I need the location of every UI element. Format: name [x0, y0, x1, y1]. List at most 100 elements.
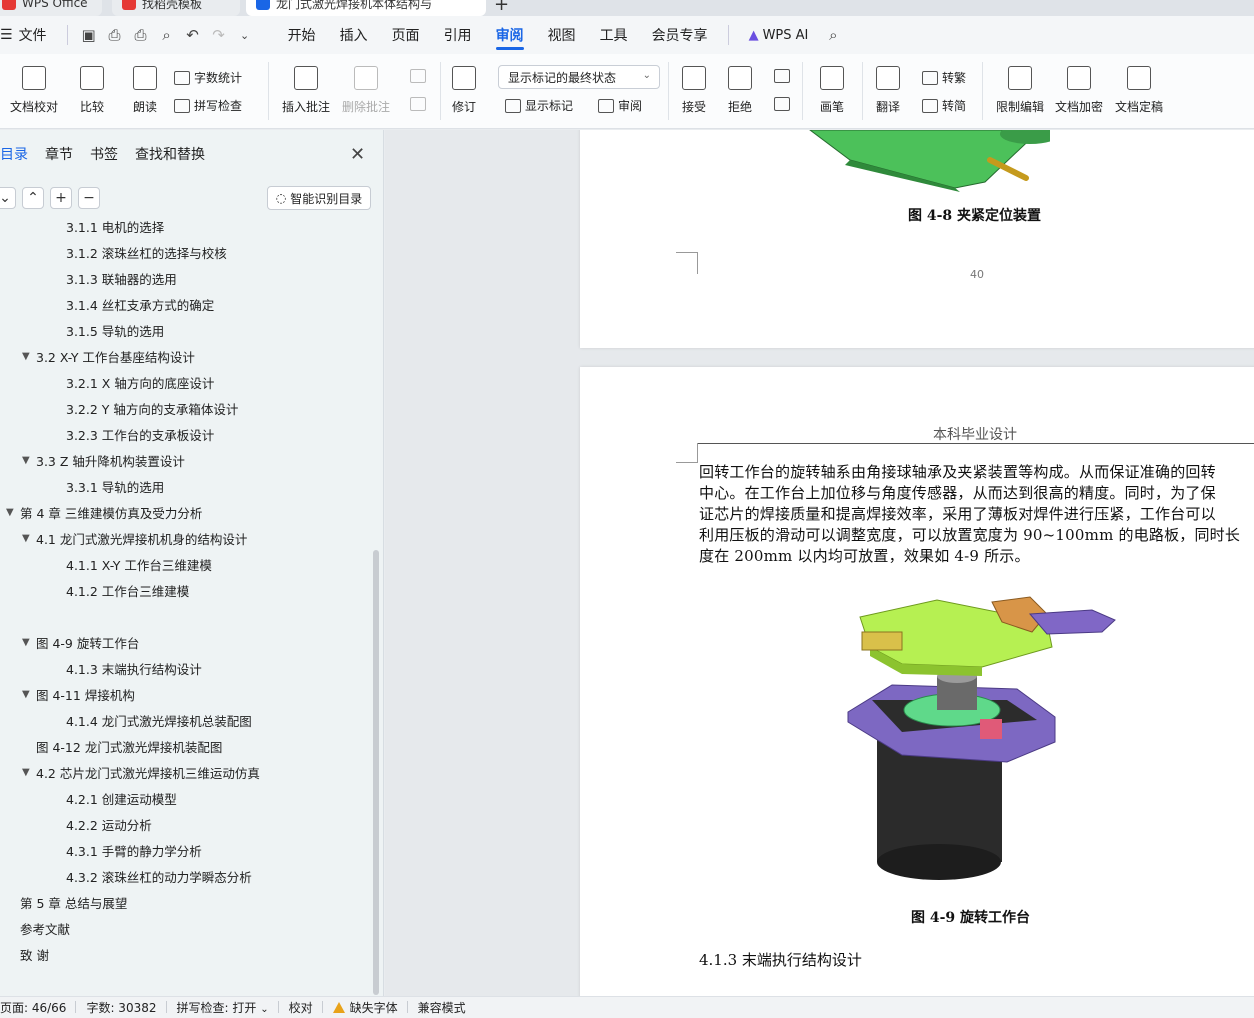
toc-item[interactable]: 3.2.2 Y 轴方向的支承箱体设计: [66, 398, 238, 418]
more-chevron-icon[interactable]: ⌄: [232, 16, 258, 54]
restrict-edit-button[interactable]: 限制编辑: [996, 66, 1044, 115]
reject-button[interactable]: 拒绝: [728, 66, 752, 115]
print-icon[interactable]: ⎙: [128, 16, 154, 54]
tab-document[interactable]: 龙门式激光焊接机本体结构与: [246, 0, 486, 16]
toc-item[interactable]: ▼ 图 4-9 旋转工作台: [22, 632, 139, 652]
insert-comment-button[interactable]: 插入批注: [282, 66, 330, 115]
toc-item[interactable]: ▼ 3.3 Z 轴升降机构装置设计: [22, 450, 185, 470]
save-icon[interactable]: ▣: [76, 16, 102, 54]
tab-chapters[interactable]: 章节: [45, 144, 73, 164]
collapse-arrow-icon[interactable]: ▼: [22, 689, 36, 700]
spell-check-status[interactable]: 拼写检查: 打开 ⌄: [167, 999, 279, 1016]
file-menu[interactable]: ☰ 文件: [0, 16, 59, 54]
prev-change-icon[interactable]: [774, 69, 794, 83]
compare-button[interactable]: 比较: [80, 66, 104, 115]
toc-item[interactable]: 参考文献: [20, 918, 70, 938]
collapse-arrow-icon[interactable]: ▼: [22, 455, 36, 466]
tab-toc[interactable]: 目录: [0, 144, 28, 164]
undo-icon[interactable]: ↶: [180, 16, 206, 54]
toc-item[interactable]: ▼ 4.2 芯片龙门式激光焊接机三维运动仿真: [22, 762, 260, 782]
toc-scrollbar[interactable]: [373, 550, 379, 995]
read-aloud-button[interactable]: 朗读: [133, 66, 157, 115]
missing-font-status[interactable]: 缺失字体: [323, 999, 408, 1016]
page-indicator[interactable]: 页面: 46/66: [0, 999, 77, 1016]
print-preview-icon[interactable]: ⌕: [154, 16, 180, 54]
search-icon[interactable]: ⌕: [820, 16, 846, 54]
toc-item[interactable]: 3.1.2 滚珠丝杠的选择与校核: [66, 242, 227, 262]
collapse-all-button[interactable]: ⌄: [0, 187, 16, 209]
menu-insert[interactable]: 插入: [328, 16, 380, 54]
menu-reference[interactable]: 引用: [432, 16, 484, 54]
menu-page[interactable]: 页面: [380, 16, 432, 54]
move-up-button[interactable]: ⌃: [22, 187, 44, 209]
close-icon[interactable]: ✕: [350, 144, 365, 165]
next-change-icon[interactable]: [774, 97, 794, 111]
expand-button[interactable]: +: [50, 187, 72, 209]
collapse-arrow-icon[interactable]: ▼: [22, 637, 36, 648]
insert-comment-icon: [294, 66, 318, 90]
word-count[interactable]: 字数: 30382: [76, 999, 167, 1016]
accept-button[interactable]: 接受: [682, 66, 706, 115]
toc-item[interactable]: ▼ 图 4-11 焊接机构: [22, 684, 135, 704]
toc-item[interactable]: 4.2.1 创建运动模型: [66, 788, 177, 808]
toc-item[interactable]: 3.2.3 工作台的支承板设计: [66, 424, 214, 444]
to-simplified-button[interactable]: 转简: [922, 97, 966, 114]
toc-item[interactable]: 4.1.3 末端执行结构设计: [66, 658, 202, 678]
toc-item[interactable]: ▼ 4.1 龙门式激光焊接机机身的结构设计: [22, 528, 247, 548]
toc-item[interactable]: 3.2.1 X 轴方向的底座设计: [66, 372, 214, 392]
review-pane-button[interactable]: 审阅: [598, 97, 642, 114]
prev-comment-icon[interactable]: [410, 69, 430, 83]
revise-button[interactable]: 修订: [452, 66, 476, 115]
menu-home[interactable]: 开始: [276, 16, 328, 54]
to-traditional-button[interactable]: 转繁: [922, 69, 966, 86]
toc-item[interactable]: 致 谢: [20, 944, 49, 964]
toc-item[interactable]: 3.1.5 导轨的选用: [66, 320, 164, 340]
redo-icon[interactable]: ↷: [206, 16, 232, 54]
translate-button[interactable]: 翻译: [876, 66, 900, 115]
toc-item[interactable]: 4.3.1 手臂的静力学分析: [66, 840, 202, 860]
smart-toc-button[interactable]: ◌ 智能识别目录: [267, 186, 371, 210]
document-canvas[interactable]: 图 4-8 夹紧定位装置 40 本科毕业设计 回转工作台的旋转轴系由角接球轴承及…: [385, 130, 1254, 996]
collapse-button[interactable]: −: [78, 187, 100, 209]
toc-item[interactable]: 4.1.2 工作台三维建模: [66, 580, 189, 600]
proof-status[interactable]: 校对: [279, 999, 323, 1016]
tab-find-replace[interactable]: 查找和替换: [135, 144, 205, 164]
collapse-arrow-icon[interactable]: ▼: [22, 767, 36, 778]
delete-comment-button[interactable]: 删除批注: [342, 66, 390, 115]
spell-check-button[interactable]: 拼写检查: [174, 97, 242, 114]
menu-member[interactable]: 会员专享: [640, 16, 720, 54]
toc-item[interactable]: 4.2.2 运动分析: [66, 814, 152, 834]
toc-item[interactable]: 3.1.1 电机的选择: [66, 218, 164, 236]
toc-item[interactable]: ▼ 第 4 章 三维建模仿真及受力分析: [6, 502, 202, 522]
pen-button[interactable]: 画笔: [820, 66, 844, 115]
toc-item[interactable]: 4.1.1 X-Y 工作台三维建模: [66, 554, 212, 574]
toc-item[interactable]: 4.3.2 滚珠丝杠的动力学瞬态分析: [66, 866, 252, 886]
word-count-button[interactable]: 字数统计: [174, 69, 242, 86]
collapse-arrow-icon[interactable]: ▼: [6, 507, 20, 518]
menu-view[interactable]: 视图: [536, 16, 588, 54]
new-tab-icon[interactable]: +: [494, 0, 509, 15]
collapse-arrow-icon[interactable]: ▼: [22, 351, 36, 362]
toc-item[interactable]: 3.1.4 丝杠支承方式的确定: [66, 294, 214, 314]
finalize-button[interactable]: 文档定稿: [1115, 66, 1163, 115]
menu-tools[interactable]: 工具: [588, 16, 640, 54]
encrypt-button[interactable]: 文档加密: [1055, 66, 1103, 115]
show-markup-button[interactable]: 显示标记: [505, 97, 573, 114]
toc-item[interactable]: 3.1.3 联轴器的选用: [66, 268, 177, 288]
markup-state-select[interactable]: 显示标记的最终状态 ⌄: [498, 65, 660, 89]
export-icon[interactable]: ⎙: [102, 16, 128, 54]
collapse-arrow-icon[interactable]: ▼: [22, 533, 36, 544]
toc-item-label: 3.2.2 Y 轴方向的支承箱体设计: [66, 401, 239, 417]
tab-wps-office[interactable]: WPS Office: [0, 0, 102, 16]
toc-item[interactable]: 第 5 章 总结与展望: [20, 892, 127, 912]
doc-proof-button[interactable]: 文档校对: [10, 66, 58, 115]
tab-bookmarks[interactable]: 书签: [90, 144, 118, 164]
toc-item[interactable]: ▼ 3.2 X-Y 工作台基座结构设计: [22, 346, 195, 366]
menu-review[interactable]: 审阅: [484, 16, 536, 54]
toc-item[interactable]: 3.3.1 导轨的选用: [66, 476, 164, 496]
wps-ai-button[interactable]: ▲ WPS AI: [737, 16, 821, 54]
tab-template[interactable]: 找稻壳模板: [112, 0, 240, 16]
next-comment-icon[interactable]: [410, 97, 430, 111]
toc-item[interactable]: 4.1.4 龙门式激光焊接机总装配图: [66, 710, 252, 730]
toc-item[interactable]: 图 4-12 龙门式激光焊接机装配图: [36, 736, 222, 756]
